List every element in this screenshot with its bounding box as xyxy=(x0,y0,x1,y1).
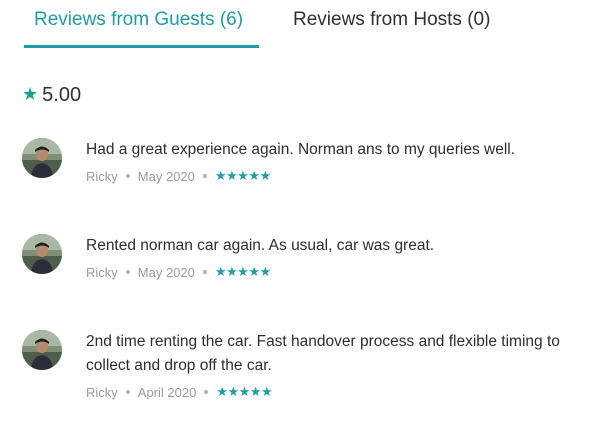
overall-rating: ★ 5.00 xyxy=(22,83,81,107)
separator-dot xyxy=(125,174,130,178)
separator-dot xyxy=(125,390,130,394)
tab-reviews-from-guests[interactable]: Reviews from Guests (6) xyxy=(34,7,243,33)
star-icon: ★ xyxy=(22,84,39,105)
star-rating: ★★★★★ xyxy=(214,168,271,184)
review-text: Rented norman car again. As usual, car w… xyxy=(86,237,435,254)
review-meta: Ricky May 2020 ★★★★★ xyxy=(86,167,592,185)
separator-dot xyxy=(204,390,209,394)
review-body: Had a great experience again. Norman ans… xyxy=(86,138,592,185)
avatar-photo xyxy=(22,234,62,274)
separator-dot xyxy=(125,270,130,274)
review-body: 2nd time renting the car. Fast handover … xyxy=(86,330,592,401)
review-meta: Ricky April 2020 ★★★★★ xyxy=(86,383,592,401)
review-author: Ricky xyxy=(86,384,118,400)
active-tab-underline xyxy=(24,45,259,48)
avatar-photo xyxy=(22,330,62,370)
review-text: 2nd time renting the car. Fast handover … xyxy=(86,333,560,374)
avatar-photo xyxy=(22,138,62,178)
overall-rating-value: 5.00 xyxy=(42,83,82,106)
review-body: Rented norman car again. As usual, car w… xyxy=(86,234,592,281)
avatar[interactable] xyxy=(22,138,62,178)
separator-dot xyxy=(202,270,207,274)
review-date: May 2020 xyxy=(137,264,195,280)
separator-dot xyxy=(202,174,207,178)
review-tabs: Reviews from Guests (6) Reviews from Hos… xyxy=(24,0,584,50)
review-author: Ricky xyxy=(86,264,118,280)
review-date: May 2020 xyxy=(137,168,195,184)
star-rating: ★★★★★ xyxy=(216,384,273,400)
review-meta: Ricky May 2020 ★★★★★ xyxy=(86,263,592,281)
review-author: Ricky xyxy=(86,168,118,184)
review-text: Had a great experience again. Norman ans… xyxy=(86,141,516,158)
star-rating: ★★★★★ xyxy=(214,264,271,280)
review-date: April 2020 xyxy=(137,384,197,400)
avatar[interactable] xyxy=(22,234,62,274)
tab-reviews-from-hosts[interactable]: Reviews from Hosts (0) xyxy=(293,7,490,33)
avatar[interactable] xyxy=(22,330,62,370)
